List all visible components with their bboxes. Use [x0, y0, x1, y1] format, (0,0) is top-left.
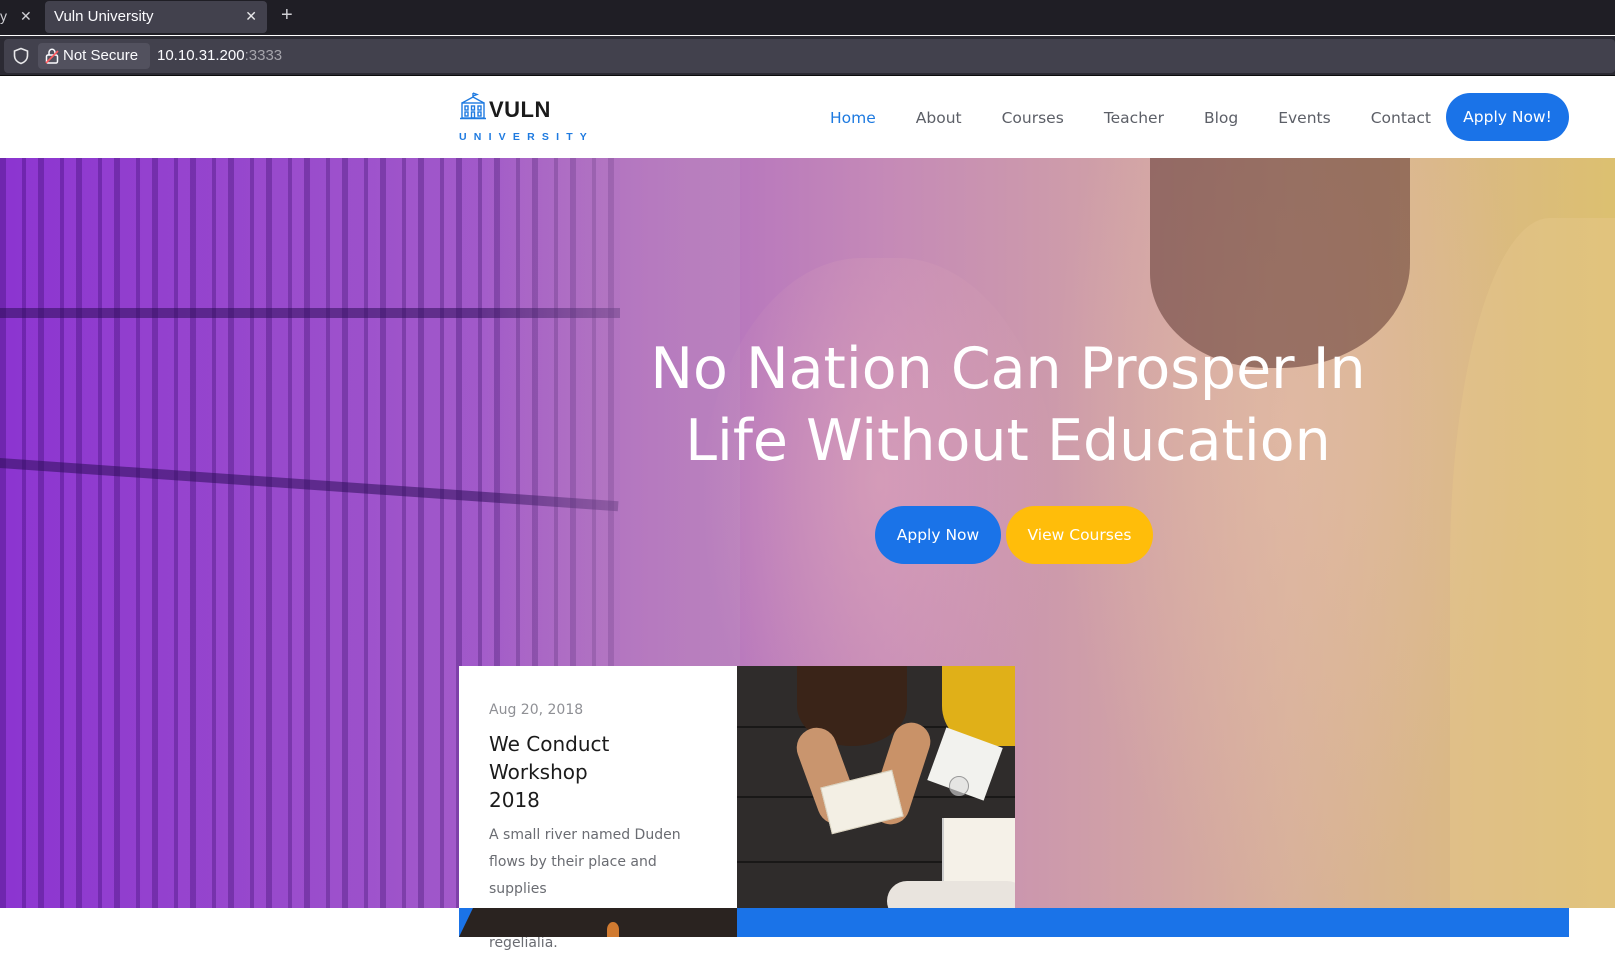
nav-about[interactable]: About — [916, 109, 962, 127]
event-title-line: 2018 — [489, 788, 540, 812]
browser-tab-bar: y ✕ Vuln University ✕ + — [0, 0, 1615, 35]
university-building-icon — [460, 92, 486, 120]
event-description-line: flows by their place and supplies — [489, 854, 657, 897]
candle-flame — [607, 922, 619, 937]
security-label: Not Secure — [63, 47, 139, 64]
accent-corner — [459, 908, 473, 937]
main-nav: Home About Courses Teacher Blog Events C… — [830, 77, 1471, 158]
new-tab-icon[interactable]: + — [281, 1, 301, 31]
event-date: Aug 20, 2018 — [489, 702, 584, 718]
close-tab-icon[interactable]: ✕ — [20, 0, 32, 32]
event-title[interactable]: We Conduct Workshop 2018 — [489, 730, 707, 814]
site-header: VULN UNIVERSITY Home About Courses Teach… — [0, 77, 1615, 158]
nav-home[interactable]: Home — [830, 109, 876, 127]
hero-headline-line: No Nation Can Prosper In — [650, 336, 1366, 402]
nav-events[interactable]: Events — [1278, 109, 1330, 127]
browser-toolbar: Not Secure 10.10.31.200:3333 — [0, 36, 1615, 76]
logo-subtitle: UNIVERSITY — [459, 131, 595, 143]
close-tab-icon[interactable]: ✕ — [245, 1, 257, 32]
event-card[interactable]: Aug 20, 2018 We Conduct Workshop 2018 A … — [459, 666, 737, 951]
nav-courses[interactable]: Courses — [1002, 109, 1064, 127]
url-text[interactable]: 10.10.31.200:3333 — [157, 39, 282, 73]
browser-tab-previous[interactable]: y ✕ — [0, 0, 42, 32]
site-logo[interactable]: VULN UNIVERSITY — [458, 91, 588, 145]
url-port: :3333 — [244, 47, 283, 64]
shield-icon[interactable] — [12, 47, 30, 65]
photo-student-leg — [887, 881, 1015, 908]
hero-headline-line: Life Without Education — [685, 408, 1331, 474]
security-indicator[interactable]: Not Secure — [38, 43, 150, 69]
next-section-image — [459, 908, 737, 937]
nav-contact[interactable]: Contact — [1371, 109, 1431, 127]
event-description-line: A small river named Duden — [489, 827, 681, 843]
photo-cup — [949, 776, 969, 796]
apply-now-button[interactable]: Apply Now — [875, 506, 1001, 564]
browser-tab-active[interactable]: Vuln University ✕ — [45, 1, 267, 33]
photo-open-book — [942, 818, 1015, 888]
nav-blog[interactable]: Blog — [1204, 109, 1238, 127]
tab-title: y — [0, 8, 7, 24]
hero-headline: No Nation Can Prosper In Life Without Ed… — [614, 333, 1402, 477]
next-section-blue-panel — [737, 908, 1569, 937]
view-courses-button[interactable]: View Courses — [1006, 506, 1153, 564]
nav-teacher[interactable]: Teacher — [1104, 109, 1164, 127]
logo-title: VULN — [489, 97, 551, 122]
event-title-line: We Conduct Workshop — [489, 732, 610, 784]
event-photo[interactable] — [737, 666, 1015, 908]
apply-now-header-button[interactable]: Apply Now! — [1446, 93, 1569, 141]
tab-title: Vuln University — [54, 8, 154, 25]
url-host: 10.10.31.200 — [157, 47, 245, 64]
insecure-lock-icon — [45, 48, 59, 64]
address-bar[interactable]: Not Secure 10.10.31.200:3333 — [4, 39, 1615, 73]
